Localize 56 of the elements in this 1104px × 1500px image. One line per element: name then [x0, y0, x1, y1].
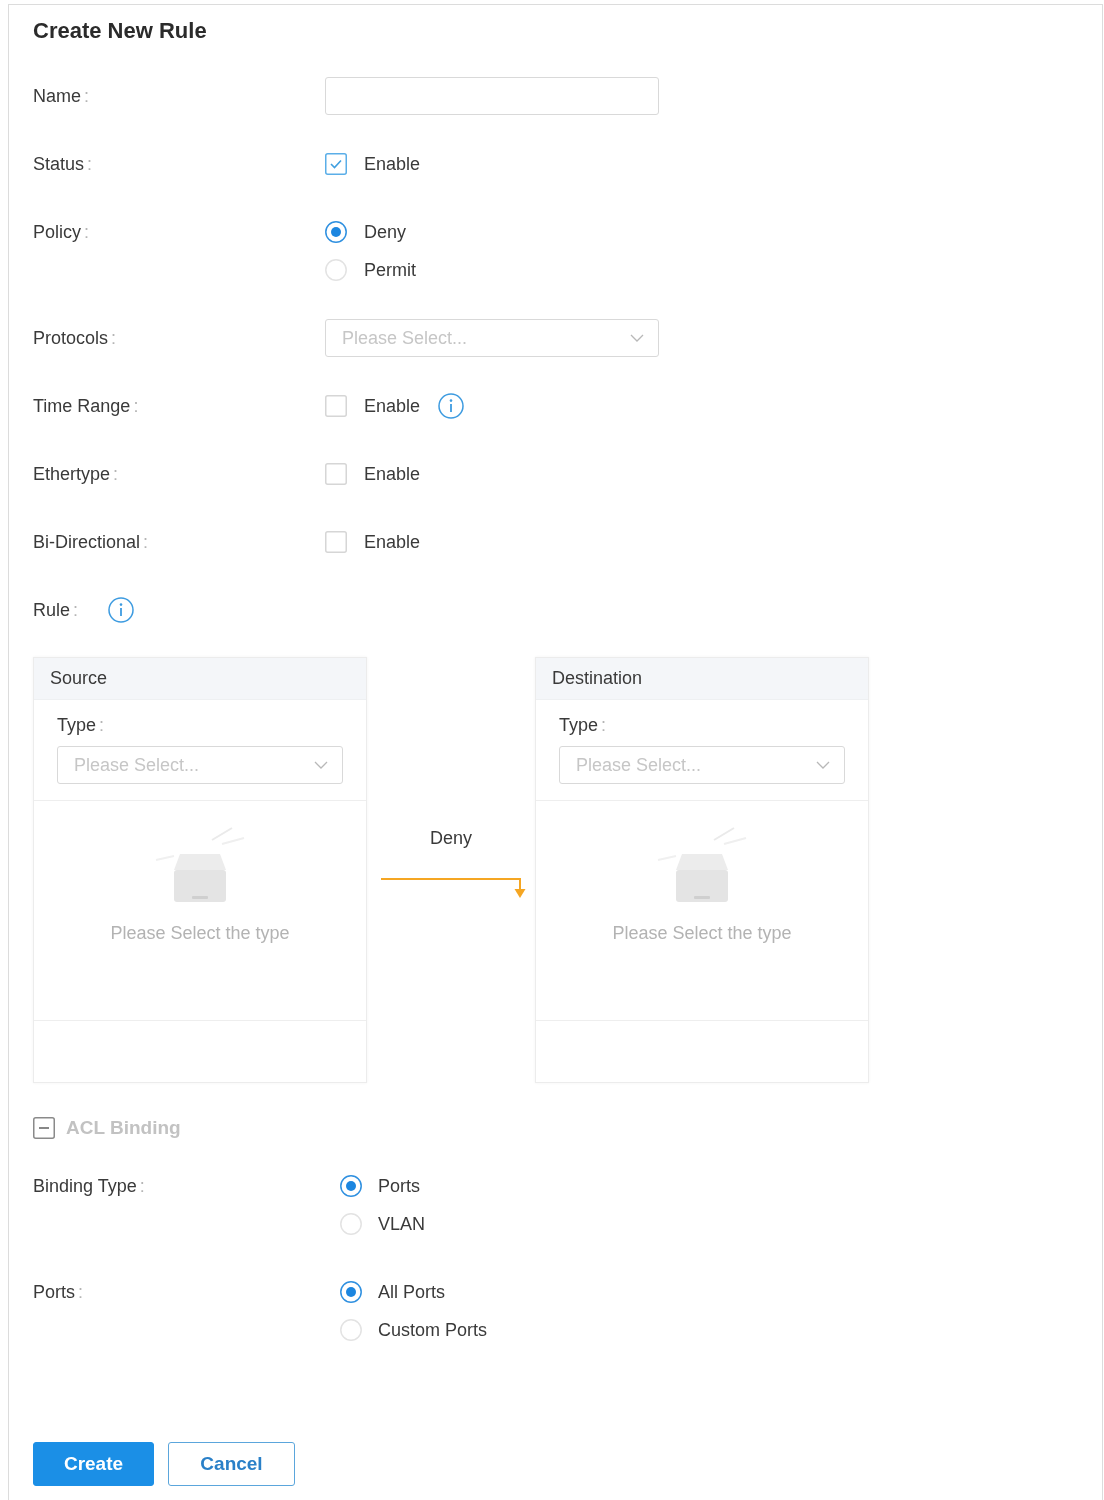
field-label: Type	[559, 714, 599, 736]
section-title: ACL Binding	[66, 1117, 181, 1139]
text-input[interactable]	[325, 77, 659, 115]
chevron-down-icon	[630, 334, 644, 342]
option-label[interactable]: Enable	[364, 153, 421, 175]
label-colon: :	[84, 85, 90, 107]
cancel-button[interactable]: Cancel	[168, 1442, 295, 1486]
field-label: Rule	[33, 599, 71, 621]
minus-square-icon[interactable]	[33, 1117, 55, 1139]
chevron-down-icon	[816, 761, 830, 769]
label-colon: :	[139, 1175, 145, 1197]
option-label[interactable]: Ports	[378, 1175, 420, 1197]
form-title: Create New Rule	[33, 19, 207, 43]
radio-button[interactable]	[340, 1175, 362, 1197]
radio-button[interactable]	[340, 1281, 362, 1303]
label-colon: :	[113, 463, 119, 485]
label-colon: :	[73, 599, 79, 621]
label-colon: :	[84, 221, 90, 243]
label-colon: :	[601, 714, 607, 736]
field-label: Time Range	[33, 395, 131, 417]
radio-button[interactable]	[325, 221, 347, 243]
field-label: Policy	[33, 221, 81, 243]
checkbox[interactable]	[325, 463, 347, 485]
field-label: Type	[57, 714, 97, 736]
option-label[interactable]: Enable	[364, 531, 421, 553]
panel-header: Destination	[536, 658, 868, 700]
rule-action-label: Deny	[430, 827, 472, 849]
option-label[interactable]: Deny	[364, 221, 407, 243]
field-label: Protocols	[33, 327, 109, 349]
checkbox[interactable]	[325, 395, 347, 417]
info-icon[interactable]	[108, 597, 135, 623]
label-colon: :	[143, 531, 149, 553]
empty-message: Please Select the type	[612, 922, 792, 944]
option-label[interactable]: Enable	[364, 463, 421, 485]
option-label[interactable]: Enable	[364, 395, 421, 417]
field-label: Ports	[33, 1281, 75, 1303]
field-label: Name	[33, 85, 81, 107]
field-label: Bi-Directional	[33, 531, 141, 553]
empty-message: Please Select the type	[110, 922, 290, 944]
label-colon: :	[99, 714, 105, 736]
field-label: Ethertype	[33, 463, 111, 485]
label-colon: :	[133, 395, 139, 417]
option-label[interactable]: All Ports	[378, 1281, 446, 1303]
label-colon: :	[87, 153, 93, 175]
panel-header: Source	[34, 658, 366, 700]
field-label: Binding Type	[33, 1175, 137, 1197]
checkbox[interactable]	[325, 153, 347, 175]
option-label[interactable]: Permit	[364, 259, 416, 281]
option-label[interactable]: VLAN	[378, 1213, 426, 1235]
checkbox[interactable]	[325, 531, 347, 553]
chevron-down-icon	[314, 761, 328, 769]
label-colon: :	[111, 327, 117, 349]
option-label[interactable]: Custom Ports	[378, 1319, 488, 1341]
info-icon[interactable]	[438, 393, 465, 419]
label-colon: :	[78, 1281, 84, 1303]
field-label: Status	[33, 153, 85, 175]
